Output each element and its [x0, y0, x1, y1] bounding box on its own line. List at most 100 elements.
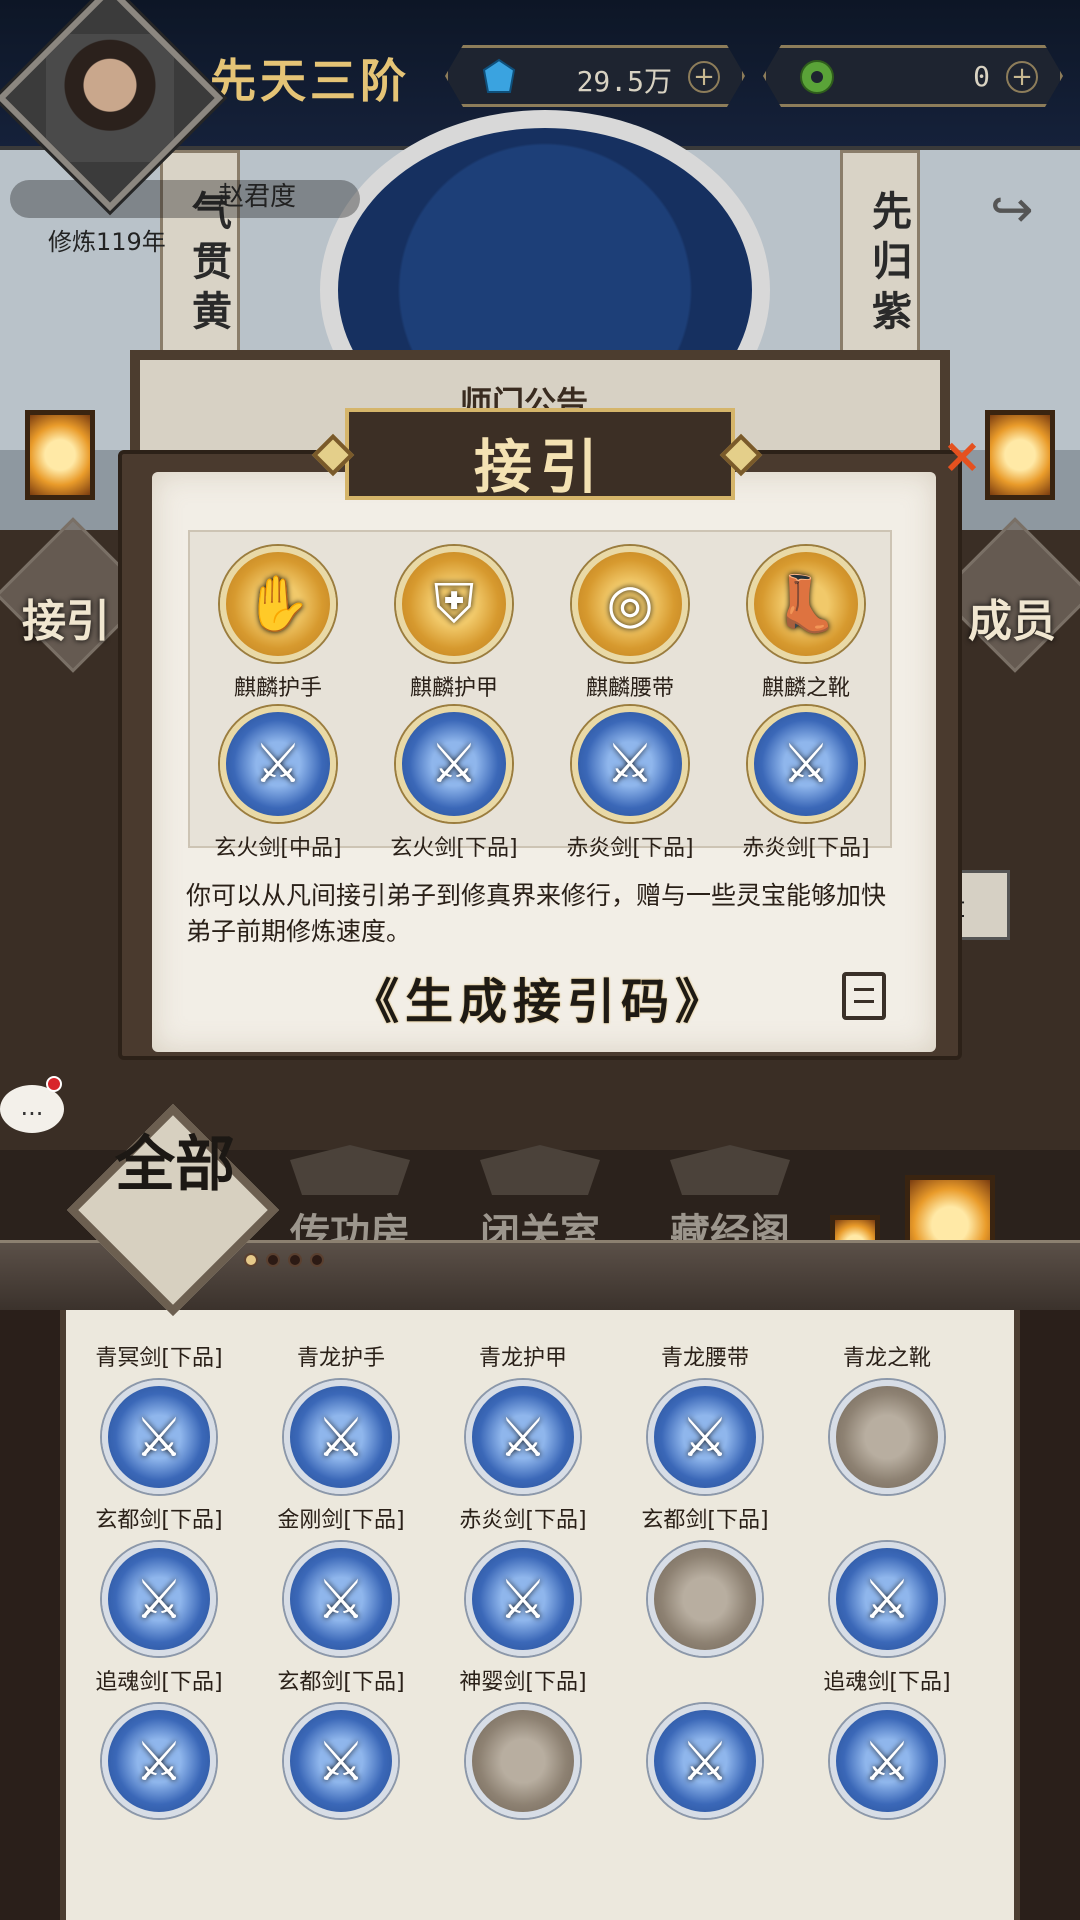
avatar-portrait	[45, 34, 174, 162]
realm-title: 先天三阶	[210, 54, 410, 108]
sword-icon: ⚔	[466, 1380, 580, 1494]
reward-item[interactable]: 👢 麒麟之靴	[718, 546, 894, 702]
inventory-item[interactable]: ⚔	[614, 1664, 796, 1818]
sword-icon: ⚔	[648, 1380, 762, 1494]
members-side-label[interactable]: 成员	[968, 585, 1056, 649]
building-icon	[290, 1145, 410, 1195]
sword-icon: ⚔	[102, 1542, 216, 1656]
inventory-item[interactable]: 玄都剑[下品] ⚔	[250, 1664, 432, 1818]
building-icon	[480, 1145, 600, 1195]
sword-icon: ⚔	[648, 1704, 762, 1818]
modal-header: 接引	[345, 408, 735, 501]
reward-item[interactable]: ⚔ 玄火剑[下品]	[366, 706, 542, 862]
sword-icon: ⚔	[284, 1704, 398, 1818]
reward-item[interactable]: ⛨ 麒麟护甲	[366, 546, 542, 702]
inventory-item[interactable]: 追魂剑[下品] ⚔	[68, 1664, 250, 1818]
armor-icon: ⛨	[396, 546, 512, 662]
inventory-grid: 青冥剑[下品] ⚔ 青龙护手 ⚔ 青龙护甲 ⚔ 青龙腰带 ⚔ 青龙之靴 玄都剑[下品] ⚔ 金刚剑[下…	[60, 1310, 1020, 1920]
reward-label: 麒麟之靴	[761, 676, 850, 701]
reward-label: 玄火剑[下品]	[390, 836, 518, 861]
inventory-item[interactable]: 赤炎剑[下品] ⚔	[432, 1502, 614, 1656]
reward-label: 麒麟护手	[233, 676, 322, 701]
inventory-item-label: 玄都剑[下品]	[95, 1508, 223, 1533]
empty-slot-icon	[466, 1704, 580, 1818]
inventory-item[interactable]: 青龙护手 ⚔	[250, 1340, 432, 1494]
sword-icon: ⚔	[396, 706, 512, 822]
recruit-description: 你可以从凡间接引弟子到修真界来修行，赠与一些灵宝能够加快弟子前期修炼速度。	[186, 881, 887, 946]
item-glyph: ◎	[606, 572, 654, 635]
page-dot-active[interactable]	[244, 1253, 258, 1267]
inventory-item-label: 赤炎剑[下品]	[459, 1508, 587, 1533]
item-glyph: ⚔	[781, 732, 831, 795]
page-dot[interactable]	[288, 1253, 302, 1267]
item-glyph: ⚔	[253, 732, 303, 795]
item-glyph: ⚔	[680, 1406, 730, 1469]
inventory-item-label: 玄都剑[下品]	[641, 1508, 769, 1533]
inventory-item[interactable]: 神婴剑[下品]	[432, 1664, 614, 1818]
chat-notification-dot	[46, 1076, 62, 1092]
item-glyph: ⚔	[862, 1730, 912, 1793]
page-dot[interactable]	[310, 1253, 324, 1267]
reward-item[interactable]: ◎ 麒麟腰带	[542, 546, 718, 702]
inventory-item-label: 神婴剑[下品]	[459, 1670, 587, 1695]
item-glyph: ⚔	[316, 1406, 366, 1469]
gauntlet-icon: ✋	[220, 546, 336, 662]
item-glyph: ⚔	[498, 1568, 548, 1631]
inventory-left-pillar	[0, 1310, 60, 1920]
item-glyph: ⚔	[134, 1568, 184, 1631]
boots-icon: 👢	[748, 546, 864, 662]
modal-title: 接引	[473, 433, 606, 501]
inventory-right-pillar	[1020, 1310, 1080, 1920]
inventory-item[interactable]: ⚔	[796, 1502, 978, 1656]
item-glyph: 👢	[772, 572, 840, 635]
reward-label: 赤炎剑[下品]	[566, 836, 694, 861]
sword-icon: ⚔	[830, 1704, 944, 1818]
page-dot[interactable]	[266, 1253, 280, 1267]
inventory-item-label: 追魂剑[下品]	[95, 1670, 223, 1695]
item-glyph: ⚔	[134, 1730, 184, 1793]
filter-all-label[interactable]: 全部	[90, 1130, 260, 1200]
document-icon[interactable]	[842, 972, 886, 1020]
empty-slot-icon	[830, 1380, 944, 1494]
recruit-side-label[interactable]: 接引	[22, 585, 110, 649]
add-jade-button[interactable]: +	[1006, 61, 1038, 93]
close-icon[interactable]: ×	[940, 432, 984, 480]
inventory-item-label: 追魂剑[下品]	[823, 1670, 951, 1695]
lantern-icon	[25, 410, 95, 500]
sword-icon: ⚔	[748, 706, 864, 822]
reward-item[interactable]: ⚔ 玄火剑[中品]	[190, 706, 366, 862]
inventory-item[interactable]: 青冥剑[下品] ⚔	[68, 1340, 250, 1494]
jade-icon	[798, 58, 836, 96]
item-glyph: ⚔	[498, 1406, 548, 1469]
add-spirit-stone-button[interactable]: +	[688, 61, 720, 93]
spirit-stone-icon	[480, 58, 518, 96]
spirit-stone-counter: 29.5万 +	[445, 45, 745, 107]
sword-icon: ⚔	[830, 1542, 944, 1656]
reward-item[interactable]: ✋ 麒麟护手	[190, 546, 366, 702]
reward-item[interactable]: ⚔ 赤炎剑[下品]	[718, 706, 894, 862]
inventory-item-label: 青龙之靴	[842, 1346, 931, 1371]
inventory-item[interactable]: 青龙护甲 ⚔	[432, 1340, 614, 1494]
reward-item[interactable]: ⚔ 赤炎剑[下品]	[542, 706, 718, 862]
empty-slot-icon	[648, 1542, 762, 1656]
inventory-item[interactable]: 青龙之靴	[796, 1340, 978, 1494]
sword-icon: ⚔	[284, 1542, 398, 1656]
generate-recruit-code-button[interactable]: 《生成接引码》	[350, 962, 730, 1030]
chat-button[interactable]: ...	[0, 1085, 64, 1133]
lantern-icon	[985, 410, 1055, 500]
inventory-item[interactable]: 玄都剑[下品]	[614, 1502, 796, 1656]
inventory-item[interactable]: 追魂剑[下品] ⚔	[796, 1664, 978, 1818]
jade-counter: 0 +	[763, 45, 1063, 107]
name-bar	[10, 180, 360, 218]
sword-icon: ⚔	[220, 706, 336, 822]
reward-label: 麒麟护甲	[409, 676, 498, 701]
inventory-item[interactable]: 金刚剑[下品] ⚔	[250, 1502, 432, 1656]
sword-icon: ⚔	[572, 706, 688, 822]
sword-icon: ⚔	[466, 1542, 580, 1656]
inventory-item[interactable]: 青龙腰带 ⚔	[614, 1340, 796, 1494]
inventory-item-label: 青龙护甲	[478, 1346, 567, 1371]
item-glyph: ⚔	[134, 1406, 184, 1469]
inventory-item[interactable]: 玄都剑[下品] ⚔	[68, 1502, 250, 1656]
back-arrow-icon[interactable]: ↩	[990, 180, 1034, 240]
cultivation-years: 修炼119年	[48, 228, 166, 256]
